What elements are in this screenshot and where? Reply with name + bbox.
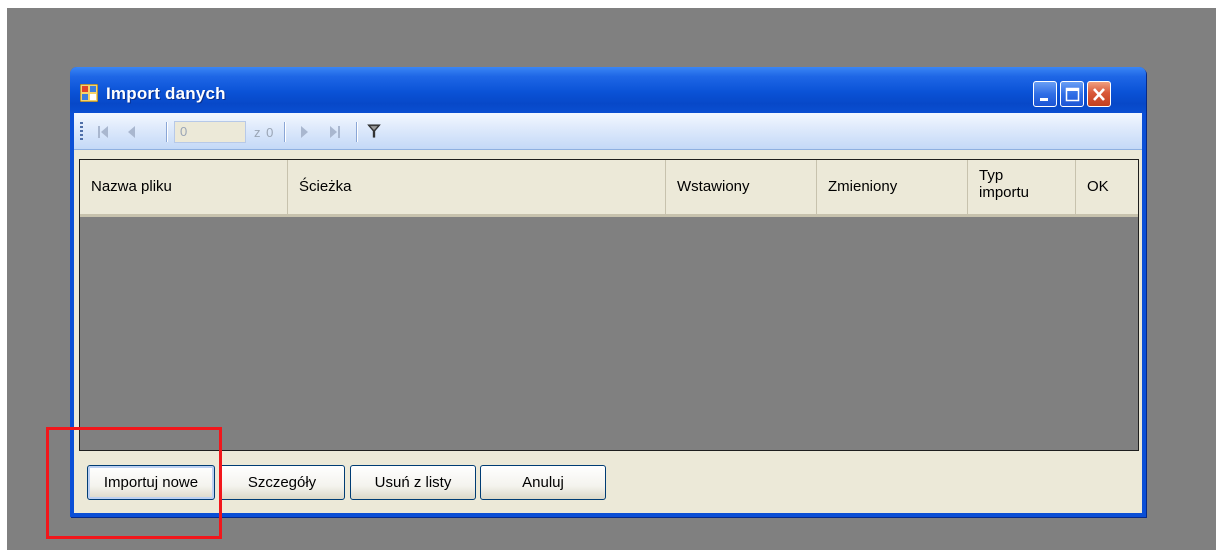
column-header-label: Wstawiony bbox=[677, 178, 750, 195]
column-header-file-name[interactable]: Nazwa pliku bbox=[80, 160, 288, 214]
last-record-icon[interactable] bbox=[328, 124, 342, 140]
column-header-import-type[interactable]: Typ importu bbox=[968, 160, 1076, 214]
import-window: Import danych 0 z 0 Nazwa pliku Ścieżka … bbox=[70, 67, 1146, 517]
column-header-label: Zmieniony bbox=[828, 178, 898, 195]
column-header-label: Ścieżka bbox=[299, 178, 352, 195]
window-client-area: 0 z 0 Nazwa pliku Ścieżka Wstawiony Zmie… bbox=[74, 113, 1142, 513]
column-header-ok[interactable]: OK bbox=[1076, 160, 1138, 214]
window-title: Import danych bbox=[106, 84, 226, 103]
previous-record-icon[interactable] bbox=[126, 124, 138, 140]
toolbar-grip[interactable] bbox=[80, 122, 83, 142]
column-header-label: OK bbox=[1087, 178, 1109, 195]
maximize-button[interactable] bbox=[1060, 81, 1084, 107]
column-header-inserted[interactable]: Wstawiony bbox=[666, 160, 817, 214]
filter-icon[interactable] bbox=[366, 123, 382, 139]
close-button[interactable] bbox=[1087, 81, 1111, 107]
maximize-icon bbox=[1065, 87, 1080, 102]
column-header-path[interactable]: Ścieżka bbox=[288, 160, 666, 214]
first-record-icon[interactable] bbox=[96, 124, 110, 140]
minimize-icon bbox=[1040, 98, 1048, 101]
cancel-button[interactable]: Anuluj bbox=[480, 465, 606, 500]
record-count-label: z 0 bbox=[254, 125, 275, 140]
import-data-grid[interactable]: Nazwa pliku Ścieżka Wstawiony Zmieniony … bbox=[79, 159, 1139, 451]
binding-navigator: 0 z 0 bbox=[74, 113, 1142, 150]
next-record-icon[interactable] bbox=[298, 124, 310, 140]
remove-from-list-button[interactable]: Usuń z listy bbox=[350, 465, 476, 500]
app-window-icon bbox=[80, 84, 98, 102]
highlight-annotation-box bbox=[46, 427, 222, 539]
grid-header-row: Nazwa pliku Ścieżka Wstawiony Zmieniony … bbox=[80, 160, 1138, 217]
details-button[interactable]: Szczegóły bbox=[219, 465, 345, 500]
column-header-changed[interactable]: Zmieniony bbox=[817, 160, 968, 214]
position-input[interactable]: 0 bbox=[174, 121, 246, 143]
minimize-button[interactable] bbox=[1033, 81, 1057, 107]
button-bar: Importuj nowe Szczegóły Usuń z listy Anu… bbox=[74, 453, 1142, 513]
column-header-label: Typ importu bbox=[979, 167, 1030, 201]
toolbar-separator bbox=[166, 122, 168, 142]
column-header-label: Nazwa pliku bbox=[91, 178, 172, 195]
toolbar-separator bbox=[356, 122, 358, 142]
window-titlebar[interactable]: Import danych bbox=[70, 67, 1146, 113]
toolbar-separator bbox=[284, 122, 286, 142]
close-icon bbox=[1093, 88, 1105, 101]
